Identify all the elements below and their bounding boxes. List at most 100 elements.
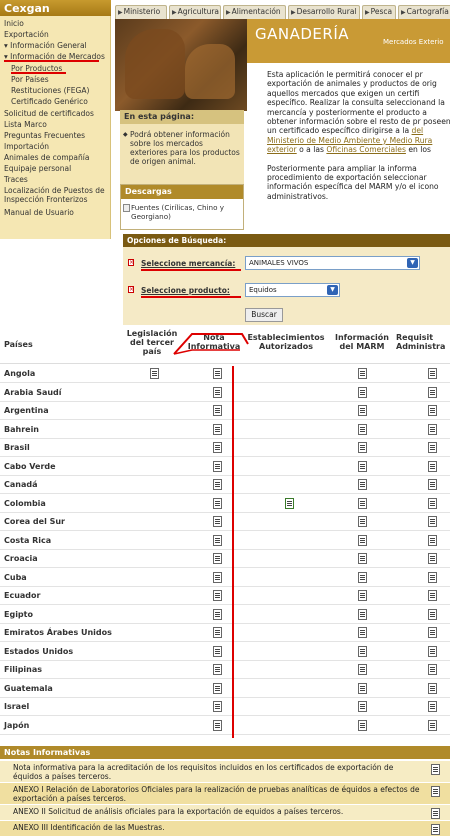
document-icon[interactable] [358,664,367,675]
document-icon[interactable] [358,608,367,620]
nav-por-paises[interactable]: Por Países [11,75,49,84]
document-icon[interactable] [358,479,367,490]
document-icon[interactable] [428,664,437,675]
document-icon[interactable] [431,786,440,797]
document-icon[interactable] [428,442,437,453]
nav-inicio[interactable]: Inicio [4,19,24,28]
document-icon[interactable] [213,497,222,509]
document-icon[interactable] [358,553,367,564]
document-icon[interactable] [428,516,437,527]
document-icon[interactable] [428,719,437,731]
tab-pesca[interactable]: ▶Pesca [362,5,396,19]
document-icon[interactable] [213,608,222,620]
document-icon[interactable] [428,571,437,583]
document-icon[interactable] [358,645,367,657]
document-icon[interactable] [213,460,222,472]
document-icon[interactable] [428,460,437,472]
nota-item[interactable]: ANEXO II Solicitud de análisis oficiales… [0,804,450,820]
document-icon[interactable] [358,386,367,398]
document-icon[interactable] [213,534,222,546]
document-icon[interactable] [358,719,367,731]
document-icon[interactable] [358,701,367,712]
document-icon[interactable] [431,764,440,775]
descargas-fuentes-link[interactable]: Fuentes (Cirílicas, Chino y Georgiano) [131,203,224,221]
document-icon[interactable] [213,516,222,527]
nav-informacion-general[interactable]: ▾ Información General [4,41,87,50]
document-icon[interactable] [358,442,367,453]
document-icon[interactable] [213,479,222,490]
document-icon[interactable] [428,423,437,435]
document-icon[interactable] [428,645,437,657]
document-icon[interactable] [431,824,440,835]
document-icon[interactable] [358,497,367,509]
link-oficinas-comerciales[interactable]: Oficinas Comerciales [326,145,406,154]
document-icon[interactable] [150,368,159,379]
document-icon[interactable] [358,460,367,472]
document-icon[interactable] [428,701,437,712]
nav-importacion[interactable]: Importación [4,142,49,151]
document-icon[interactable] [428,590,437,601]
document-icon[interactable] [358,534,367,546]
document-icon[interactable] [428,534,437,546]
nav-exportacion[interactable]: Exportación [4,30,49,39]
document-icon[interactable] [213,682,222,694]
tab-cartografia[interactable]: ▶Cartografía [398,5,450,19]
nav-manual-usuario[interactable]: Manual de Usuario [4,208,74,217]
document-icon[interactable] [428,405,437,416]
document-icon[interactable] [428,553,437,564]
nota-item[interactable]: ANEXO I Relación de Laboratorios Oficial… [0,782,450,804]
nav-lista-marco[interactable]: Lista Marco [4,120,47,129]
tab-desarrollo-rural[interactable]: ▶Desarrollo Rural [288,5,360,19]
intro-text: Esta aplicación le permitirá conocer el … [267,70,450,210]
document-icon[interactable] [213,590,222,601]
nav-localizacion-puestos[interactable]: Localización de Puestos de [4,186,105,195]
document-icon[interactable] [431,808,440,819]
nota-item[interactable]: ANEXO III Identificación de las Muestras… [0,820,450,836]
document-icon[interactable] [358,405,367,416]
document-icon[interactable] [428,627,437,638]
document-icon[interactable] [358,368,367,379]
nav-restituciones[interactable]: Restituciones (FEGA) [11,86,89,95]
nav-inspeccion-fronterizos[interactable]: Inspección Fronterizos [4,195,88,204]
document-icon[interactable] [213,701,222,712]
document-icon[interactable] [358,516,367,527]
nav-solicitud-certificados[interactable]: Solicitud de certificados [4,109,94,118]
document-icon[interactable] [213,423,222,435]
tab-agricultura[interactable]: ▶Agricultura [169,5,221,19]
document-icon[interactable] [428,497,437,509]
document-icon[interactable] [213,368,222,379]
document-icon[interactable] [213,719,222,731]
document-icon[interactable] [213,571,222,583]
document-icon[interactable] [358,571,367,583]
nav-animales-compania[interactable]: Animales de compañía [4,153,89,162]
document-icon[interactable] [358,423,367,435]
document-icon[interactable] [285,497,294,509]
tab-ministerio[interactable]: ▶Ministerio [115,5,167,19]
document-icon[interactable] [358,590,367,601]
mercancia-select[interactable]: ANIMALES VIVOS ▼ [245,256,420,270]
nav-equipaje-personal[interactable]: Equipaje personal [4,164,71,173]
document-icon[interactable] [213,627,222,638]
document-icon[interactable] [428,386,437,398]
producto-select[interactable]: Equidos ▼ [245,283,340,297]
buscar-button[interactable]: Buscar [245,308,283,322]
document-icon[interactable] [428,608,437,620]
document-icon[interactable] [213,405,222,416]
document-icon[interactable] [213,553,222,564]
document-icon[interactable] [428,368,437,379]
document-icon[interactable] [213,386,222,398]
document-icon[interactable] [213,442,222,453]
document-icon[interactable] [428,682,437,694]
document-icon[interactable] [428,479,437,490]
document-icon[interactable] [213,664,222,675]
document-icon[interactable] [358,682,367,694]
document-icon[interactable] [358,627,367,638]
nav-traces[interactable]: Traces [4,175,28,184]
nota-item[interactable]: Nota informativa para la acreditación de… [0,760,450,782]
tab-alimentacion[interactable]: ▶Alimentación [223,5,286,19]
nav-preguntas-frecuentes[interactable]: Preguntas Frecuentes [4,131,85,140]
country-name: Costa Rica [4,535,52,545]
country-name: Israel [4,702,30,711]
document-icon[interactable] [213,645,222,657]
nav-certificado-generico[interactable]: Certificado Genérico [11,97,88,106]
